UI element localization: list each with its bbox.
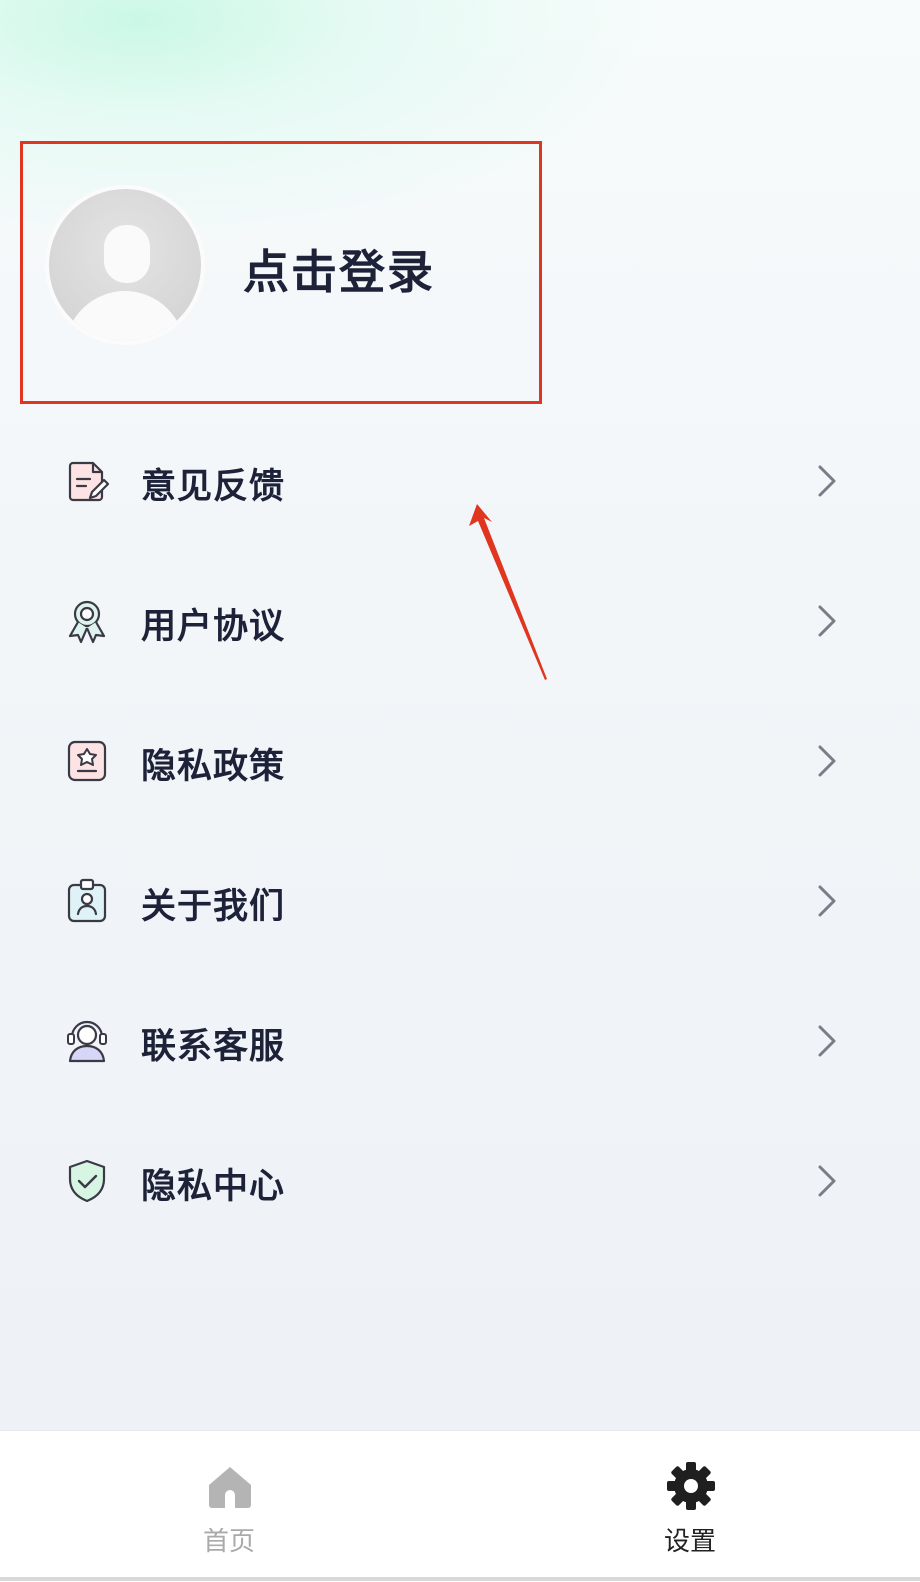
customer-service-icon (67, 1020, 107, 1063)
menu-item-about-us[interactable]: 关于我们 (0, 832, 920, 972)
policy-icon (67, 740, 107, 782)
menu-item-label: 隐私中心 (141, 1167, 286, 1207)
menu-item-label: 联系客服 (141, 1027, 286, 1067)
badge-icon (67, 878, 107, 923)
tab-settings-label: 设置 (663, 1527, 716, 1557)
tab-settings[interactable]: 设置 (590, 1431, 790, 1571)
chevron-right-icon (818, 1025, 836, 1057)
menu-item-label: 隐私政策 (141, 747, 286, 787)
avatar-head-shape (104, 225, 150, 283)
chevron-right-icon (818, 745, 836, 777)
menu-item-label: 用户协议 (141, 607, 286, 647)
gear-icon (667, 1462, 715, 1510)
avatar-body-shape (65, 291, 185, 341)
menu-item-feedback[interactable]: 意见反馈 (0, 412, 920, 552)
bottom-edge-line (0, 1577, 920, 1581)
feedback-icon (68, 461, 110, 502)
menu-item-privacy-center[interactable]: 隐私中心 (0, 1112, 920, 1252)
menu-item-contact-service[interactable]: 联系客服 (0, 972, 920, 1112)
login-button[interactable]: 点击登录 (243, 236, 435, 302)
chevron-right-icon (818, 605, 836, 637)
tab-home[interactable]: 首页 (129, 1431, 329, 1571)
award-icon (68, 600, 106, 644)
menu-item-user-agreement[interactable]: 用户协议 (0, 552, 920, 692)
chevron-right-icon (818, 1165, 836, 1197)
chevron-right-icon (818, 885, 836, 917)
menu-item-label: 关于我们 (141, 887, 286, 927)
menu-item-privacy-policy[interactable]: 隐私政策 (0, 692, 920, 832)
bottom-tab-bar: 首页 设置 (0, 1430, 920, 1582)
shield-check-icon (68, 1159, 106, 1203)
avatar[interactable] (45, 185, 205, 345)
home-icon (209, 1467, 251, 1508)
chevron-right-icon (818, 465, 836, 497)
menu-item-label: 意见反馈 (141, 467, 286, 507)
tab-home-label: 首页 (202, 1527, 255, 1557)
annotation-arrow (469, 504, 547, 680)
